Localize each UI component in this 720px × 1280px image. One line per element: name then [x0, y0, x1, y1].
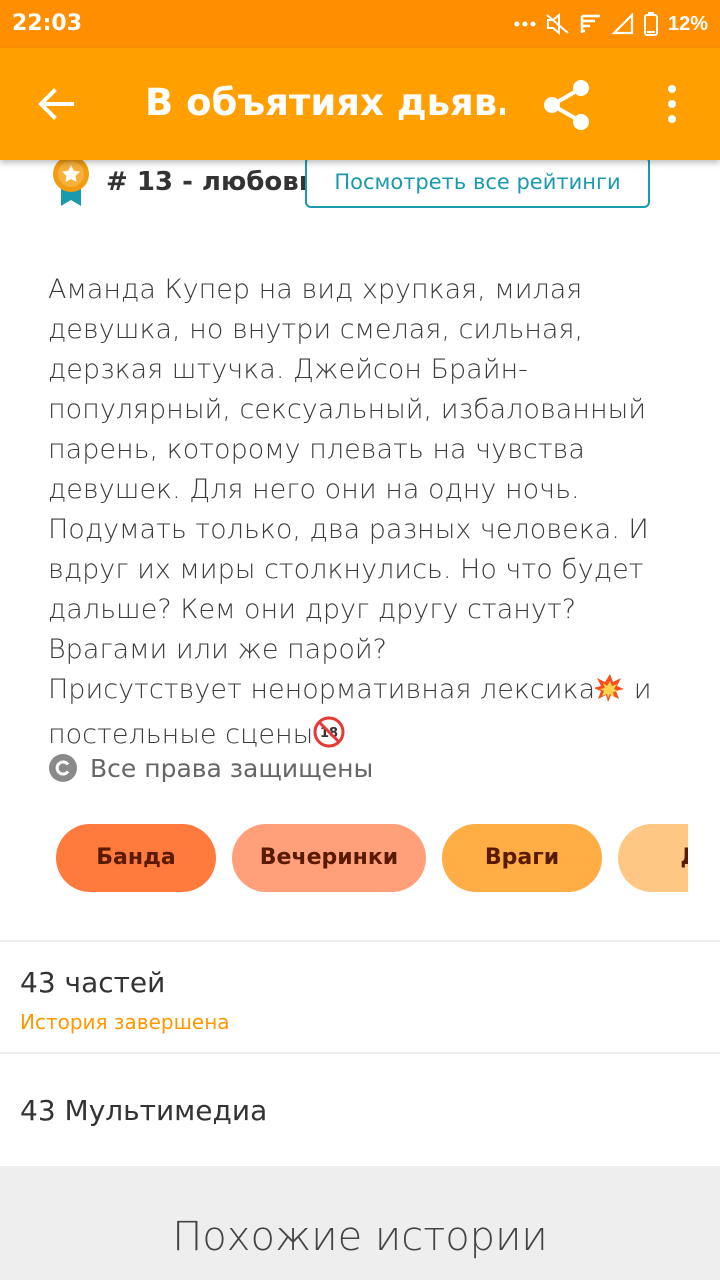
tag-vragi[interactable]: Враги	[442, 824, 602, 892]
description-warning-1: Присутствует ненормативная лексика	[48, 674, 596, 705]
copyright-text: Все права защищены	[90, 753, 374, 783]
more-dots-icon	[514, 20, 536, 28]
collision-emoji-icon	[593, 673, 625, 715]
tag-vecherinki[interactable]: Вечеринки	[232, 824, 426, 892]
status-bar: 22:03 12%	[0, 0, 720, 48]
battery-percent: 12%	[667, 12, 708, 35]
back-arrow-icon	[38, 88, 74, 120]
mute-icon	[546, 13, 570, 35]
back-button[interactable]	[30, 78, 82, 130]
share-button[interactable]	[538, 76, 596, 134]
copyright-row: Все права защищены	[48, 748, 373, 788]
tag-drugoe[interactable]: Др	[618, 824, 688, 892]
more-options-button[interactable]	[652, 78, 692, 130]
tags-row[interactable]: БандаВечеринкиВрагиДр	[56, 824, 688, 892]
tag-banda[interactable]: Банда	[56, 824, 216, 892]
more-vertical-icon	[668, 85, 676, 123]
view-all-ratings-button[interactable]: Посмотреть все рейтинги	[305, 156, 650, 208]
divider	[0, 940, 720, 942]
signal-icon	[580, 13, 602, 35]
app-bar: В объятиях дьяв…	[0, 48, 720, 160]
cell-signal-icon	[611, 13, 634, 35]
status-icons: 12%	[514, 9, 708, 39]
media-count: 43 Мультимедиа	[20, 1094, 268, 1127]
story-description: Аманда Купер на вид хрупкая, милая девуш…	[48, 270, 688, 760]
share-icon	[544, 80, 589, 130]
medal-icon	[53, 156, 89, 206]
status-time: 22:03	[12, 11, 83, 36]
battery-icon	[643, 12, 658, 36]
parts-count: 43 частей	[20, 966, 166, 999]
story-title: В объятиях дьяв…	[145, 81, 505, 124]
description-text: Аманда Купер на вид хрупкая, милая девуш…	[48, 274, 649, 665]
copyright-icon	[49, 754, 77, 782]
rank-text: # 13 - любовь	[106, 167, 316, 197]
divider	[0, 1052, 720, 1054]
story-status: История завершена	[20, 1010, 230, 1034]
rating-row: # 13 - любовь Посмотреть все рейтинги	[0, 150, 720, 220]
similar-stories-title: Похожие истории	[172, 1214, 548, 1260]
similar-stories-section: Похожие истории	[0, 1166, 720, 1280]
